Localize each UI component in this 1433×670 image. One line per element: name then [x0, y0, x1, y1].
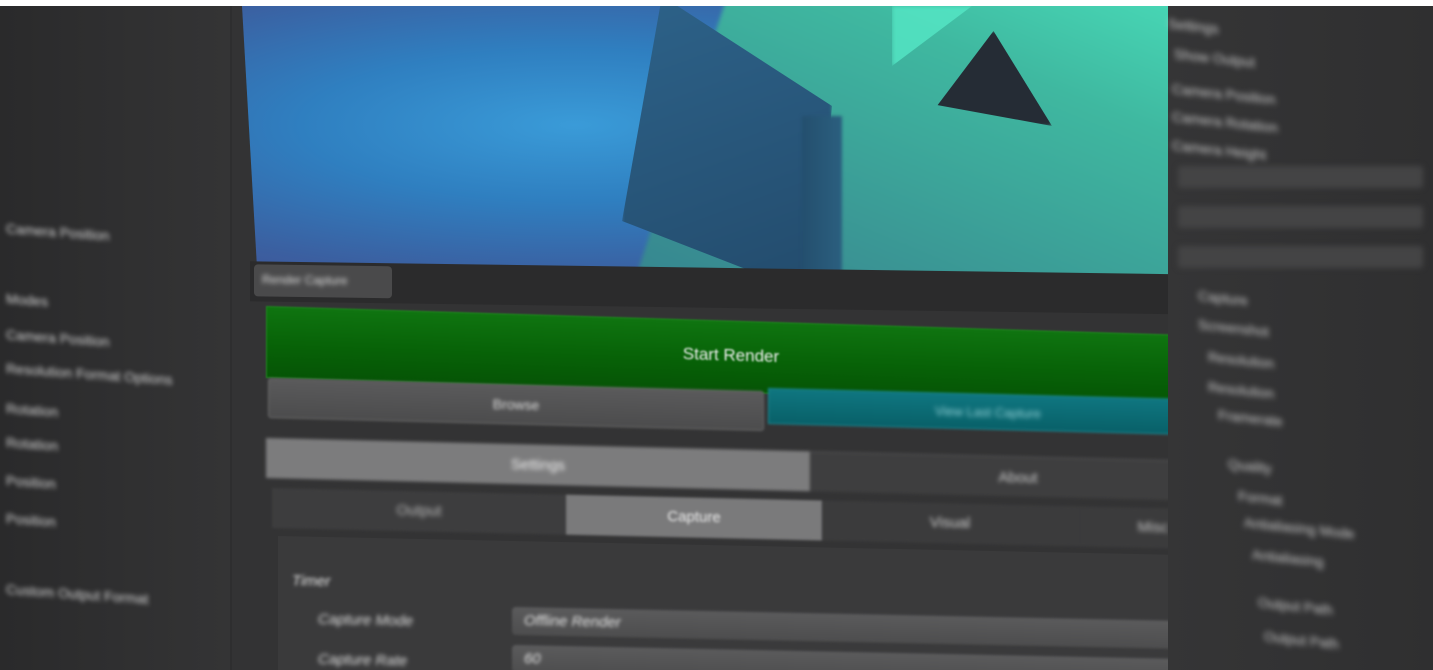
capture-rate-label: Capture Rate — [318, 650, 408, 670]
left-sidebar-item[interactable]: Position — [6, 510, 56, 529]
left-sidebar-item[interactable]: Resolution Format Options — [6, 360, 173, 388]
tab-capture-label: Capture — [667, 507, 721, 527]
right-sidebar-item[interactable]: Antialiasing — [1252, 546, 1324, 570]
render-capture-window: Camera Position Modes Camera Position Re… — [0, 0, 1433, 670]
right-sidebar-bar — [1178, 206, 1423, 228]
tab-settings-label: Settings — [510, 455, 566, 475]
capture-mode-label: Capture Mode — [318, 610, 414, 630]
tab-about[interactable]: About — [810, 451, 1226, 502]
browse-label: Browse — [492, 395, 540, 414]
right-sidebar-item[interactable]: Output Path — [1258, 594, 1333, 618]
right-sidebar-item[interactable]: Settings — [1168, 15, 1219, 36]
timer-section-title: Timer — [292, 572, 331, 591]
right-sidebar-item[interactable]: Resolution — [1208, 379, 1274, 402]
tab-visual[interactable]: Visual — [822, 500, 1078, 547]
right-sidebar-item[interactable]: Antialiasing Mode — [1244, 514, 1355, 542]
right-sidebar-item[interactable]: Output Path — [1264, 628, 1339, 652]
left-sidebar-item[interactable]: Modes — [6, 291, 48, 310]
left-sidebar-item[interactable]: Rotation — [6, 400, 58, 420]
right-sidebar-item[interactable]: Framerate — [1218, 407, 1283, 430]
scene-viewport[interactable] — [242, 6, 1222, 304]
tab-visual-label: Visual — [929, 513, 971, 532]
right-sidebar-bar — [1178, 246, 1423, 268]
left-sidebar-item[interactable]: Camera Position — [6, 220, 110, 243]
right-sidebar-item[interactable]: Camera Rotation — [1172, 108, 1278, 135]
right-sidebar-item[interactable]: Capture — [1198, 287, 1248, 308]
capture-mode-value: Offline Render — [524, 612, 621, 632]
tab-about-label: About — [998, 468, 1038, 487]
capture-mode-field[interactable]: Offline Render — [512, 606, 1242, 651]
capture-settings-panel: Timer Capture Mode Offline Render Captur… — [278, 536, 1242, 670]
left-sidebar-item[interactable]: Camera Position — [6, 326, 110, 349]
viewport-tab-label: Render Capture — [262, 272, 348, 288]
tab-settings[interactable]: Settings — [266, 438, 810, 492]
start-render-label: Start Render — [682, 344, 780, 367]
viewport-tab[interactable]: Render Capture — [254, 264, 392, 299]
right-sidebar-item[interactable]: Quality — [1228, 456, 1272, 477]
right-sidebar-item[interactable]: Camera Position — [1172, 81, 1276, 108]
tab-output-label: Output — [396, 501, 442, 520]
right-sidebar-item[interactable]: Screenshot — [1198, 316, 1269, 339]
right-sidebar-bar — [1178, 166, 1423, 188]
right-sidebar-item[interactable]: Show Output — [1174, 46, 1255, 71]
capture-rate-field[interactable]: 60 — [512, 644, 1242, 670]
left-sidebar-item[interactable]: Custom Output Format — [6, 581, 148, 607]
render-panel: Render Capture Start Render Browse View … — [232, 6, 1242, 670]
tab-capture[interactable]: Capture — [566, 494, 822, 541]
right-sidebar-item[interactable]: Camera Height — [1172, 137, 1266, 163]
right-sidebar-item[interactable]: Resolution — [1208, 349, 1274, 372]
capture-rate-value: 60 — [524, 650, 541, 668]
left-sidebar-item[interactable]: Rotation — [6, 434, 58, 454]
right-sidebar: Settings Show Output Camera Position Cam… — [1168, 6, 1433, 670]
left-sidebar-item[interactable]: Position — [6, 472, 56, 491]
left-sidebar: Camera Position Modes Camera Position Re… — [0, 6, 230, 670]
view-last-capture-label: View Last Capture — [935, 403, 1041, 422]
tab-output[interactable]: Output — [272, 488, 566, 535]
right-sidebar-item[interactable]: Format — [1238, 488, 1282, 509]
